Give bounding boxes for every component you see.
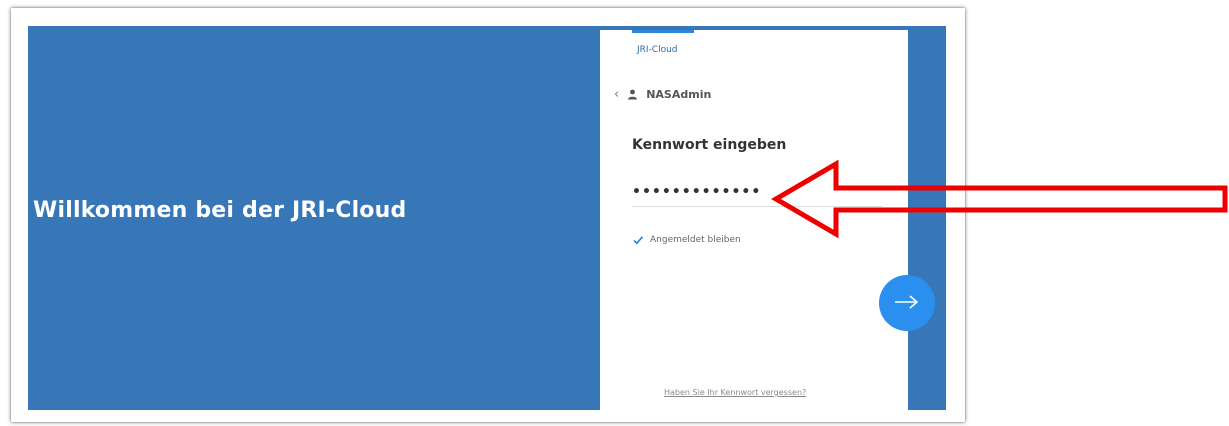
arrow-right-icon	[894, 294, 920, 312]
checkbox-checked-icon[interactable]	[632, 234, 644, 246]
submit-button[interactable]	[879, 275, 935, 331]
brand-label[interactable]: JRI-Cloud	[637, 45, 678, 55]
user-icon	[627, 89, 638, 100]
forgot-password-link[interactable]: Haben Sie Ihr Kennwort vergessen?	[664, 388, 806, 397]
arrow-left-icon	[760, 158, 1228, 244]
remember-me-label[interactable]: Angemeldet bleiben	[650, 235, 741, 245]
chevron-left-icon[interactable]: ‹	[614, 88, 619, 101]
username-label: NASAdmin	[646, 88, 712, 101]
welcome-title: Willkommen bei der JRI-Cloud	[33, 198, 407, 223]
remember-me-row[interactable]: Angemeldet bleiben	[632, 234, 741, 246]
password-heading: Kennwort eingeben	[632, 137, 787, 153]
user-row: ‹ NASAdmin	[614, 88, 711, 101]
card-accent-bar	[632, 30, 694, 33]
